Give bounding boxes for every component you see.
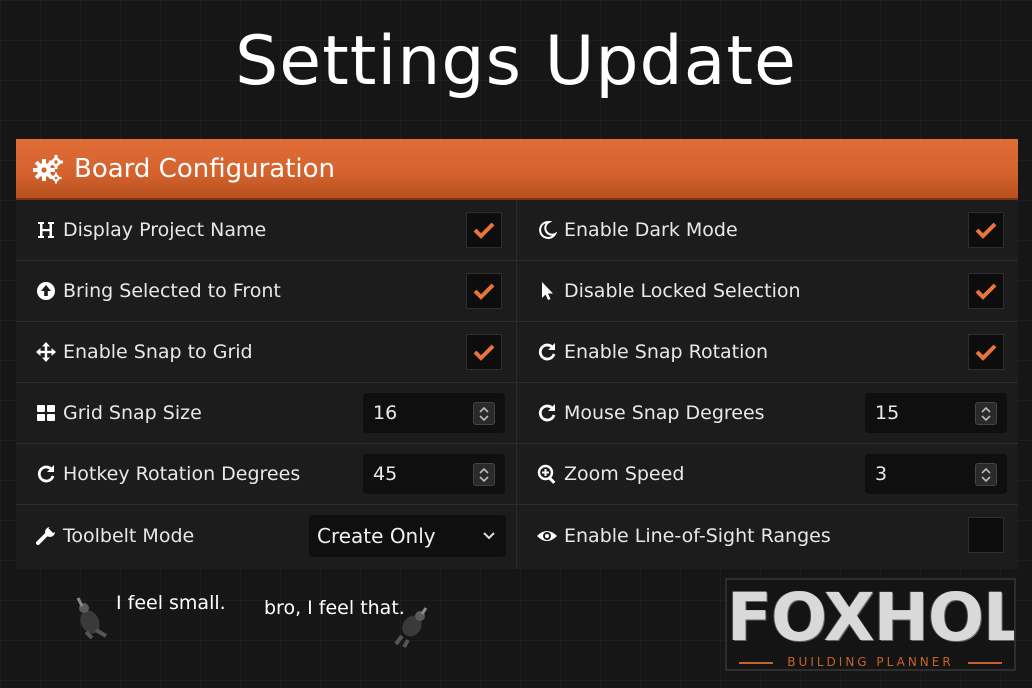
cursor-icon — [536, 280, 558, 302]
select-value: Create Only — [317, 524, 436, 548]
setting-label: Enable Snap Rotation — [564, 341, 769, 363]
checkmark-icon — [975, 283, 997, 300]
checkmark-icon — [473, 222, 495, 239]
setting-enable-line-of-sight-ranges: Enable Line-of-Sight Ranges — [517, 505, 1018, 566]
logo-wordmark: FOXHOLE — [727, 579, 1014, 656]
gears-icon — [32, 153, 64, 185]
hotkey-rotation-degrees-input[interactable]: 45 — [363, 454, 505, 494]
zoom-in-icon — [536, 463, 558, 485]
setting-toolbelt-mode: Toolbelt Mode Create Only — [16, 505, 516, 566]
input-value: 16 — [373, 402, 398, 424]
settings-grid: Display Project Name Enable Dark Mode Br… — [16, 200, 1018, 569]
checkmark-icon — [975, 344, 997, 361]
soldier-figure-left — [72, 592, 110, 644]
move-arrows-icon — [35, 341, 57, 363]
checkmark-icon — [473, 344, 495, 361]
chevron-down-icon — [483, 532, 495, 540]
input-value: 3 — [875, 463, 888, 485]
setting-bring-selected-to-front: Bring Selected to Front — [16, 261, 516, 322]
zoom-speed-input[interactable]: 3 — [865, 454, 1007, 494]
eye-icon — [536, 525, 558, 547]
foxhole-building-planner-logo: FOXHOLE BUILDING PLANNER — [725, 578, 1016, 671]
panel-title: Board Configuration — [74, 153, 336, 184]
soldier-figure-right — [392, 604, 434, 652]
input-value: 15 — [875, 402, 900, 424]
page-title: Settings Update — [235, 22, 797, 101]
wrench-icon — [35, 525, 57, 547]
setting-disable-locked-selection: Disable Locked Selection — [517, 261, 1018, 322]
setting-label: Enable Line-of-Sight Ranges — [564, 524, 831, 547]
checkmark-icon — [975, 222, 997, 239]
disable-locked-selection-checkbox[interactable] — [968, 273, 1004, 309]
spinner-arrows-icon — [981, 467, 991, 482]
arrow-circle-up-icon — [35, 280, 57, 302]
setting-hotkey-rotation-degrees: Hotkey Rotation Degrees 45 — [16, 444, 516, 505]
moon-icon — [536, 219, 558, 241]
enable-snap-to-grid-checkbox[interactable] — [466, 334, 502, 370]
mouse-snap-degrees-input[interactable]: 15 — [865, 393, 1007, 433]
number-spinner[interactable] — [975, 402, 997, 425]
grid-snap-size-input[interactable]: 16 — [363, 393, 505, 433]
rotate-icon — [536, 341, 558, 363]
setting-enable-snap-to-grid: Enable Snap to Grid — [16, 322, 516, 383]
setting-grid-snap-size: Grid Snap Size 16 — [16, 383, 516, 444]
setting-label: Enable Snap to Grid — [63, 341, 253, 363]
logo-subtitle: BUILDING PLANNER — [787, 655, 954, 669]
spinner-arrows-icon — [479, 406, 489, 421]
caption-left: I feel small. — [116, 592, 226, 614]
setting-label: Mouse Snap Degrees — [564, 402, 765, 424]
number-spinner[interactable] — [473, 463, 495, 486]
setting-display-project-name: Display Project Name — [16, 200, 516, 261]
setting-label: Disable Locked Selection — [564, 280, 801, 302]
caption-right: bro, I feel that. — [264, 597, 405, 619]
setting-zoom-speed: Zoom Speed 3 — [517, 444, 1018, 505]
setting-label: Toolbelt Mode — [63, 524, 195, 547]
heading-icon — [35, 219, 57, 241]
grid-icon — [35, 402, 57, 424]
setting-label: Bring Selected to Front — [63, 280, 281, 302]
setting-label: Hotkey Rotation Degrees — [63, 463, 301, 485]
number-spinner[interactable] — [975, 463, 997, 486]
spinner-arrows-icon — [981, 406, 991, 421]
setting-mouse-snap-degrees: Mouse Snap Degrees 15 — [517, 383, 1018, 444]
rotate-icon — [536, 402, 558, 424]
enable-snap-rotation-checkbox[interactable] — [968, 334, 1004, 370]
board-configuration-panel: Board Configuration Display Project Name… — [16, 139, 1018, 569]
setting-enable-snap-rotation: Enable Snap Rotation — [517, 322, 1018, 383]
display-project-name-checkbox[interactable] — [466, 212, 502, 248]
setting-label: Enable Dark Mode — [564, 219, 738, 241]
toolbelt-mode-select[interactable]: Create Only — [309, 515, 506, 557]
rotate-icon — [35, 463, 57, 485]
number-spinner[interactable] — [473, 402, 495, 425]
setting-label: Display Project Name — [63, 219, 267, 241]
spinner-arrows-icon — [479, 467, 489, 482]
input-value: 45 — [373, 463, 398, 485]
setting-label: Zoom Speed — [564, 463, 685, 485]
panel-header: Board Configuration — [16, 139, 1018, 200]
checkmark-icon — [473, 283, 495, 300]
bring-selected-to-front-checkbox[interactable] — [466, 273, 502, 309]
setting-label: Grid Snap Size — [63, 402, 202, 424]
enable-dark-mode-checkbox[interactable] — [968, 212, 1004, 248]
setting-enable-dark-mode: Enable Dark Mode — [517, 200, 1018, 261]
enable-line-of-sight-ranges-checkbox[interactable] — [968, 517, 1004, 553]
